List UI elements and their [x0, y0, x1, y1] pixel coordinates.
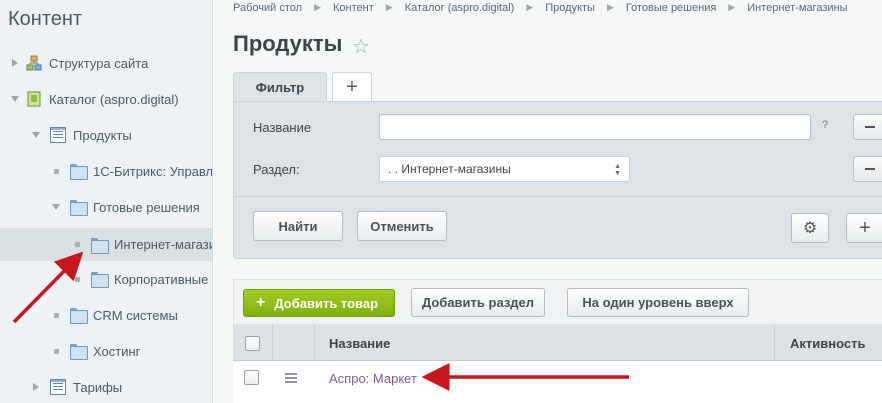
plus-icon: +	[859, 216, 871, 239]
row-checkbox[interactable]	[244, 370, 259, 385]
select-all-checkbox[interactable]	[245, 335, 260, 351]
collapse-arrow-icon[interactable]	[9, 93, 21, 105]
product-name-link[interactable]: Аспро: Маркет	[329, 371, 417, 386]
bullet-icon	[50, 345, 62, 357]
actions-column-header	[273, 325, 315, 361]
plus-icon: +	[256, 294, 266, 311]
column-header-name[interactable]: Название	[315, 325, 775, 361]
sidebar-item-label: Интернет-магази	[114, 237, 213, 252]
sidebar-item-bitrix[interactable]: 1С-Битрикс: Управл	[0, 156, 213, 186]
breadcrumb-link[interactable]: Рабочий стол	[233, 2, 302, 14]
section-select-value: . . Интернет-магазины	[388, 162, 511, 176]
burger-icon	[285, 373, 297, 375]
sidebar-item-tariffs[interactable]: Тарифы	[0, 372, 212, 402]
list-icon	[50, 127, 66, 143]
breadcrumb-separator-icon: ▶	[728, 2, 736, 12]
name-field-label: Название	[253, 120, 312, 135]
section-select[interactable]: . . Интернет-магазины ▲ ▼	[379, 156, 630, 182]
main-content: Рабочий стол ▶ Контент ▶ Каталог (aspro.…	[214, 0, 882, 403]
name-input[interactable]	[379, 114, 811, 140]
table-row[interactable]: Аспро: Маркет	[233, 361, 882, 403]
filter-divider	[234, 196, 882, 197]
add-filter-tab-button[interactable]: +	[332, 72, 372, 102]
sidebar-item-ready-solutions[interactable]: Готовые решения	[0, 192, 212, 222]
list-toolbar: + Добавить товар Добавить раздел На один…	[233, 279, 882, 325]
breadcrumb-separator-icon: ▶	[526, 2, 534, 12]
folder-icon	[91, 271, 109, 288]
cancel-button[interactable]: Отменить	[357, 211, 447, 241]
sidebar-item-label: CRM системы	[93, 307, 178, 323]
breadcrumb-link[interactable]: Каталог (aspro.digital)	[405, 2, 515, 14]
sidebar-item-online-stores[interactable]: Интернет-магази	[0, 228, 213, 261]
help-icon[interactable]: ?	[822, 119, 828, 131]
breadcrumb-separator-icon: ▶	[606, 2, 614, 12]
breadcrumb: Рабочий стол ▶ Контент ▶ Каталог (aspro.…	[233, 2, 848, 14]
bullet-icon	[50, 309, 62, 321]
add-product-label: Добавить товар	[274, 295, 379, 311]
sidebar-item-label: Хостинг	[93, 343, 141, 359]
tab-filter[interactable]: Фильтр	[233, 72, 327, 102]
find-button[interactable]: Найти	[253, 211, 343, 241]
app-root: Контент Структура сайта Каталог (aspro.d…	[0, 0, 882, 403]
column-header-activity[interactable]: Активность	[775, 325, 882, 361]
breadcrumb-link[interactable]: Контент	[333, 2, 374, 14]
remove-section-field-button[interactable]	[853, 156, 882, 182]
folder-icon	[70, 343, 88, 360]
sidebar-title: Контент	[8, 8, 83, 30]
expand-arrow-icon[interactable]	[30, 381, 42, 393]
folder-icon	[91, 237, 109, 254]
add-product-button[interactable]: + Добавить товар	[243, 289, 395, 317]
bullet-icon	[71, 273, 83, 285]
section-field-label: Раздел:	[253, 162, 300, 177]
settings-button[interactable]: ⚙	[791, 213, 829, 243]
bullet-icon	[50, 165, 62, 177]
list-icon	[50, 379, 66, 395]
breadcrumb-link[interactable]: Готовые решения	[626, 2, 716, 14]
sidebar-item-label: Каталог (aspro.digital)	[49, 91, 179, 107]
sidebar-item-label: Продукты	[73, 127, 132, 143]
star-icon[interactable]: ☆	[352, 34, 370, 59]
sidebar: Контент Структура сайта Каталог (aspro.d…	[0, 0, 213, 403]
sidebar-item-products[interactable]: Продукты	[0, 120, 212, 150]
breadcrumb-link[interactable]: Продукты	[545, 2, 595, 14]
page-title: Продукты	[233, 31, 343, 56]
gear-icon: ⚙	[802, 220, 818, 237]
sidebar-item-hosting[interactable]: Хостинг	[0, 336, 212, 366]
collapse-arrow-icon[interactable]	[30, 129, 42, 141]
remove-name-field-button[interactable]	[853, 114, 882, 140]
add-filter-field-button[interactable]: +	[846, 213, 882, 243]
folder-icon	[70, 307, 88, 324]
expand-arrow-icon[interactable]	[9, 57, 21, 69]
sidebar-item-label: 1С-Битрикс: Управл	[93, 163, 213, 179]
level-up-button[interactable]: На один уровень вверх	[567, 288, 749, 317]
catalog-icon	[27, 91, 41, 107]
select-all-cell	[233, 325, 273, 361]
breadcrumb-separator-icon: ▶	[314, 2, 321, 12]
breadcrumb-current[interactable]: Интернет-магазины	[747, 2, 847, 14]
collapse-arrow-icon[interactable]	[50, 201, 62, 213]
breadcrumb-separator-icon: ▶	[385, 2, 393, 12]
select-arrows-icon: ▲ ▼	[614, 163, 621, 177]
filter-panel: Название ? Раздел: . . Интернет-магазины…	[233, 101, 882, 259]
sidebar-item-site-structure[interactable]: Структура сайта	[0, 48, 212, 78]
add-section-button[interactable]: Добавить раздел	[411, 288, 545, 317]
bullet-icon	[71, 239, 83, 251]
sidebar-item-corporate[interactable]: Корпоративные с	[0, 264, 213, 294]
sidebar-item-label: Корпоративные с	[114, 271, 213, 287]
sidebar-item-label: Тарифы	[73, 379, 123, 395]
sidebar-item-label: Готовые решения	[93, 199, 200, 215]
sidebar-item-crm[interactable]: CRM системы	[0, 300, 212, 330]
folder-icon	[70, 199, 88, 216]
sidebar-item-catalog[interactable]: Каталог (aspro.digital)	[0, 84, 212, 114]
grid-header: Название Активность	[233, 325, 882, 361]
structure-icon	[26, 55, 42, 71]
sidebar-item-label: Структура сайта	[49, 55, 149, 71]
row-actions-button[interactable]	[285, 373, 297, 379]
folder-icon	[70, 163, 88, 180]
